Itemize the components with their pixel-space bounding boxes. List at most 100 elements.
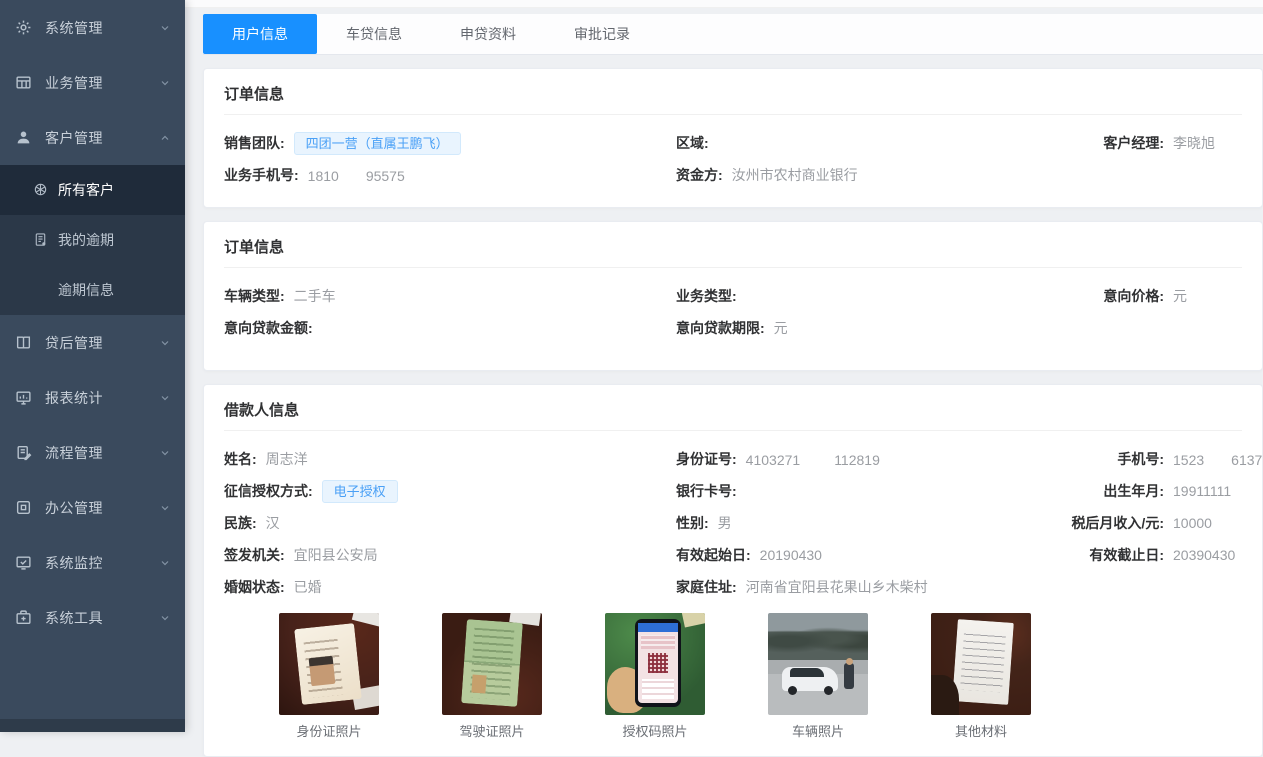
square-icon: [14, 499, 32, 517]
field-vehicle-type: 车辆类型: 二手车: [224, 286, 676, 306]
tab-user-info[interactable]: 用户信息: [203, 14, 317, 54]
field-mobile: 手机号: 15236137: [1068, 449, 1242, 469]
tab-loan-application-docs[interactable]: 申贷资料: [431, 14, 545, 54]
chevron-down-icon: [159, 557, 171, 569]
field-valid-from: 有效起始日: 20190430: [676, 545, 1068, 565]
sidebar-item-label: 业务管理: [45, 73, 159, 93]
field-name: 姓名: 周志洋: [224, 449, 676, 469]
photo-caption: 车辆照片: [768, 721, 868, 740]
field-intent-loan-term: 意向贷款期限: 元: [676, 318, 1068, 338]
sidebar-item-system-tools[interactable]: 系统工具: [0, 590, 185, 645]
sidebar-item-label: 系统监控: [45, 553, 159, 573]
e-auth-tag[interactable]: 电子授权: [322, 480, 398, 503]
chevron-down-icon: [159, 502, 171, 514]
photo-caption: 驾驶证照片: [442, 721, 542, 740]
field-marital-status: 婚姻状态: 已婚: [224, 577, 676, 597]
sidebar-item-post-loan-management[interactable]: 贷后管理: [0, 315, 185, 370]
chevron-up-icon: [159, 132, 171, 144]
sidebar-item-customer-management[interactable]: 客户管理: [0, 110, 185, 165]
tab-approval-records[interactable]: 审批记录: [545, 14, 659, 54]
sales-team-tag[interactable]: 四团一营（直属王鹏飞）: [294, 132, 461, 155]
sidebar-item-process-management[interactable]: 流程管理: [0, 425, 185, 480]
notebook-icon: [33, 232, 49, 248]
sidebar-subitem-label: 逾期信息: [58, 280, 114, 300]
photo-item: 身份证照片: [279, 613, 379, 740]
sidebar-item-label: 贷后管理: [45, 333, 159, 353]
borrower-info-card: 借款人信息 姓名: 周志洋 身份证号: 4103271112819 手机号: 1…: [203, 384, 1263, 757]
redaction-box: [339, 167, 366, 181]
photo-caption: 授权码照片: [605, 721, 705, 740]
chevron-down-icon: [159, 337, 171, 349]
user-icon: [14, 129, 32, 147]
field-account-manager: 客户经理: 李晓旭: [1068, 133, 1242, 153]
detail-tabs: 用户信息 车贷信息 申贷资料 审批记录: [203, 14, 1263, 55]
field-intent-loan-amount: 意向贷款金额:: [224, 318, 676, 338]
document-photo[interactable]: [931, 613, 1031, 715]
field-home-address: 家庭住址: 河南省宜阳县花果山乡木柴村: [676, 577, 1068, 597]
field-region: 区域:: [676, 133, 1068, 153]
wheel-icon: [33, 182, 49, 198]
license-booklet-photo[interactable]: [442, 613, 542, 715]
monitor-check-icon: [14, 554, 32, 572]
field-business-type: 业务类型:: [676, 286, 1068, 306]
sidebar-item-business-management[interactable]: 业务管理: [0, 55, 185, 110]
sidebar-item-label: 客户管理: [45, 128, 159, 148]
chevron-down-icon: [159, 392, 171, 404]
sidebar-bottom-strip: [0, 719, 185, 732]
sidebar-subitem-label: 我的逾期: [58, 230, 114, 250]
photo-item: 驾驶证照片: [442, 613, 542, 740]
sidebar-subitem-label: 所有客户: [58, 180, 114, 200]
section-title: 订单信息: [224, 222, 1242, 268]
sidebar-item-system-management[interactable]: 系统管理: [0, 0, 185, 55]
id-card-photo[interactable]: [279, 613, 379, 715]
field-valid-to: 有效截止日: 20390430: [1068, 545, 1242, 565]
field-funder: 资金方: 汝州市农村商业银行: [676, 165, 1068, 185]
grid-icon: [14, 74, 32, 92]
customer-management-submenu: 所有客户 我的逾期 逾期信息: [0, 165, 185, 315]
clipboard-icon: [14, 444, 32, 462]
chevron-down-icon: [159, 22, 171, 34]
sidebar-item-system-monitor[interactable]: 系统监控: [0, 535, 185, 590]
field-id-number: 身份证号: 4103271112819: [676, 449, 1068, 469]
sidebar-item-label: 系统工具: [45, 608, 159, 628]
sidebar-item-office-management[interactable]: 办公管理: [0, 480, 185, 535]
qr-auth-photo[interactable]: [605, 613, 705, 715]
photo-item: 其他材料: [931, 613, 1031, 740]
sidebar-subitem-my-overdue[interactable]: 我的逾期: [0, 215, 185, 265]
redaction-box: [800, 451, 834, 465]
sidebar-item-label: 流程管理: [45, 443, 159, 463]
order-info-card-2: 订单信息 车辆类型: 二手车 业务类型: 意向价格: 元 意向贷款金额:: [203, 221, 1263, 371]
field-birth-date: 出生年月: 19911111: [1068, 481, 1242, 501]
field-gender: 性别: 男: [676, 513, 1068, 533]
tab-car-loan-info[interactable]: 车贷信息: [317, 14, 431, 54]
redaction-box: [1204, 451, 1231, 465]
top-bar: [185, 0, 1263, 8]
sidebar-item-label: 系统管理: [45, 18, 159, 38]
photo-item: 车辆照片: [768, 613, 868, 740]
main-content: 用户信息 车贷信息 申贷资料 审批记录 订单信息 销售团队: 四团一营（直属王鹏…: [185, 0, 1263, 732]
monitor-icon: [14, 389, 32, 407]
field-credit-auth-method: 征信授权方式: 电子授权: [224, 480, 676, 503]
sidebar-item-report-statistics[interactable]: 报表统计: [0, 370, 185, 425]
sidebar-subitem-all-customers[interactable]: 所有客户: [0, 165, 185, 215]
book-icon: [14, 334, 32, 352]
sidebar: 系统管理 业务管理 客户管理 所有客户 我的逾期 逾期信息: [0, 0, 185, 732]
field-ethnicity: 民族: 汉: [224, 513, 676, 533]
chevron-down-icon: [159, 612, 171, 624]
chevron-down-icon: [159, 447, 171, 459]
field-bank-card: 银行卡号:: [676, 481, 1068, 501]
gear-icon: [14, 19, 32, 37]
sidebar-subitem-overdue-info[interactable]: 逾期信息: [0, 265, 185, 315]
order-info-card-1: 订单信息 销售团队: 四团一营（直属王鹏飞） 区域: 客户经理: 李晓旭 业务手: [203, 68, 1263, 208]
field-issuing-authority: 签发机关: 宜阳县公安局: [224, 545, 676, 565]
sidebar-item-label: 办公管理: [45, 498, 159, 518]
chevron-down-icon: [159, 77, 171, 89]
vehicle-photo[interactable]: [768, 613, 868, 715]
borrower-photos: 身份证照片 驾驶证照片 授权码照片: [279, 613, 1242, 740]
section-title: 借款人信息: [224, 385, 1242, 431]
field-business-phone: 业务手机号: 181095575: [224, 165, 676, 185]
photo-caption: 其他材料: [931, 721, 1031, 740]
field-monthly-income: 税后月收入/元: 10000: [1068, 513, 1242, 533]
sidebar-item-label: 报表统计: [45, 388, 159, 408]
photo-item: 授权码照片: [605, 613, 705, 740]
